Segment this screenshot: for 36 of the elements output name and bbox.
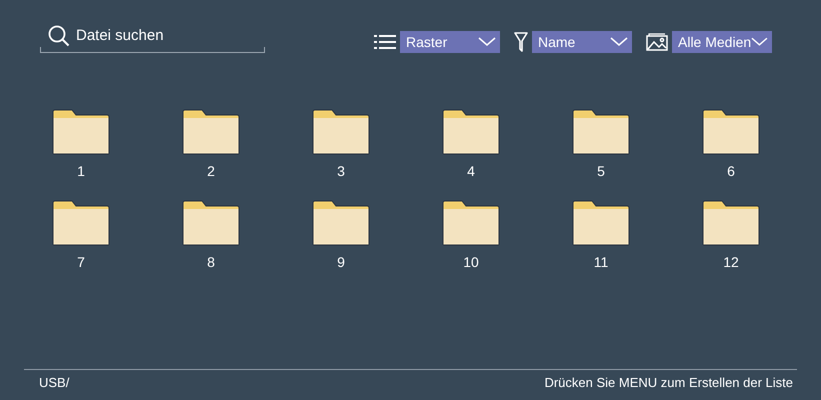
chevron-down-icon [478, 37, 496, 47]
hint-text: Drücken Sie MENU zum Erstellen der Liste [544, 375, 793, 390]
dropdown[interactable]: Name [532, 31, 632, 53]
folder-name: 4 [467, 163, 475, 179]
folder-icon[interactable] [182, 109, 240, 155]
folder-icon[interactable] [702, 109, 760, 155]
folder-name: 10 [463, 254, 479, 270]
chevron-down-icon [610, 37, 628, 47]
chevron-down-icon [751, 37, 768, 47]
path-text: USB/ [39, 375, 70, 390]
folder-name: 12 [723, 254, 739, 270]
folder-name: 5 [597, 163, 605, 179]
folder-icon[interactable] [572, 200, 630, 246]
search-icon [48, 25, 70, 47]
folder-icon[interactable] [572, 109, 630, 155]
folder-name: 3 [337, 163, 345, 179]
folder-name: 8 [207, 254, 215, 270]
folder-name: 7 [77, 254, 85, 270]
folder-icon[interactable] [52, 109, 110, 155]
folder-icon[interactable] [702, 200, 760, 246]
folder-icon[interactable] [312, 200, 370, 246]
folder-icon[interactable] [442, 109, 500, 155]
list-icon [374, 34, 396, 50]
image-icon [646, 33, 668, 51]
dropdown[interactable]: Raster [400, 31, 500, 53]
folder-name: 9 [337, 254, 345, 270]
folder-name: 6 [727, 163, 735, 179]
folder-name: 2 [207, 163, 215, 179]
folder-icon[interactable] [182, 200, 240, 246]
folder-icon[interactable] [312, 109, 370, 155]
folder-icon[interactable] [52, 200, 110, 246]
folder-name: 11 [594, 254, 608, 270]
folder-icon[interactable] [442, 200, 500, 246]
dropdown[interactable]: Alle Medien [672, 31, 772, 53]
filter-icon [514, 32, 528, 52]
folder-name: 1 [77, 163, 85, 179]
